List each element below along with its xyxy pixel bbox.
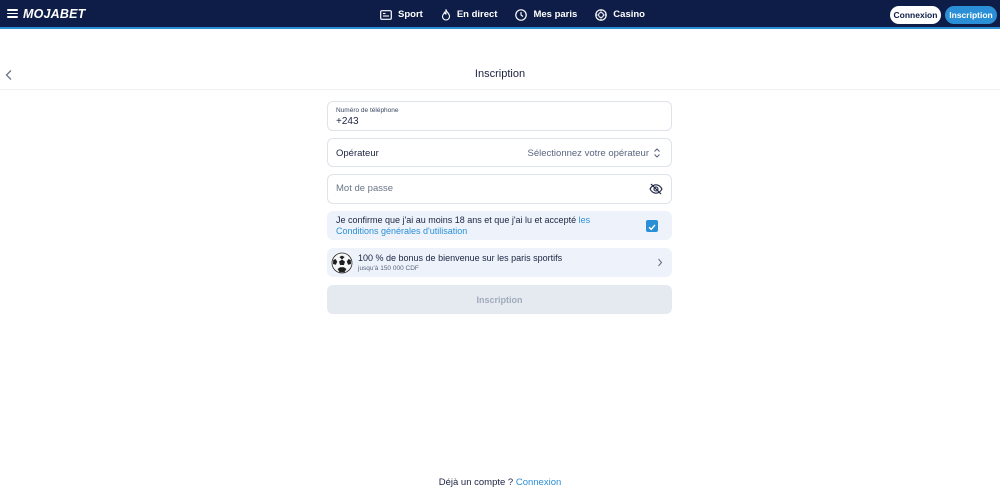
soccer-ball-icon [331, 252, 353, 274]
operator-select[interactable]: Opérateur Sélectionnez votre opérateur [327, 138, 672, 167]
operator-value: Sélectionnez votre opérateur [527, 148, 649, 159]
terms-checkbox[interactable] [646, 220, 658, 232]
nav-label: En direct [456, 9, 498, 20]
phone-value[interactable]: +243 [336, 116, 359, 127]
nav-item-mes-paris[interactable]: Mes paris [515, 8, 578, 21]
live-flame-icon [441, 8, 450, 21]
submit-button[interactable]: Inscription [327, 285, 672, 314]
footer-text: Déjà un compte ? [438, 477, 516, 488]
register-button[interactable]: Inscription [945, 6, 997, 24]
eye-off-icon[interactable] [649, 183, 663, 195]
checkmark-icon [648, 224, 656, 231]
nav-item-casino[interactable]: Casino [595, 8, 645, 21]
bonus-subtitle: jusqu'à 150 000 CDF [358, 265, 419, 272]
footer-login-link[interactable]: Connexion [516, 477, 561, 488]
sport-ticket-icon [380, 9, 392, 20]
bonus-banner[interactable]: 100 % de bonus de bienvenue sur les pari… [327, 248, 672, 277]
password-field [327, 174, 672, 204]
terms-text-label: Je confirme que j'ai au moins 18 ans et … [336, 215, 579, 225]
login-button[interactable]: Connexion [890, 6, 941, 24]
nav-label: Casino [613, 9, 645, 20]
operator-label: Opérateur [336, 148, 379, 159]
divider [0, 89, 1000, 90]
nav-item-en-direct[interactable]: En direct [441, 8, 498, 21]
top-bar: MOJABET Sport En direct Mes paris Casino… [0, 0, 1000, 29]
logo[interactable]: MOJABET [23, 7, 86, 21]
phone-label: Numéro de téléphone [336, 107, 399, 114]
footer: Déjà un compte ? Connexion [0, 477, 1000, 488]
password-input[interactable] [336, 183, 636, 194]
bonus-title: 100 % de bonus de bienvenue sur les pari… [358, 253, 563, 263]
nav-item-sport[interactable]: Sport [380, 9, 423, 20]
clock-icon [515, 8, 528, 21]
nav-label: Mes paris [533, 9, 578, 20]
casino-chip-icon [595, 8, 608, 21]
terms-text: Je confirme que j'ai au moins 18 ans et … [336, 215, 626, 237]
chevron-right-icon [658, 258, 663, 267]
menu-icon[interactable] [7, 9, 18, 18]
main-nav: Sport En direct Mes paris Casino [380, 0, 663, 29]
nav-label: Sport [398, 9, 423, 20]
phone-field[interactable]: Numéro de téléphone +243 [327, 101, 672, 131]
terms-confirmation: Je confirme que j'ai au moins 18 ans et … [327, 211, 672, 240]
chevron-up-down-icon [654, 148, 660, 158]
page-title: Inscription [474, 68, 526, 80]
